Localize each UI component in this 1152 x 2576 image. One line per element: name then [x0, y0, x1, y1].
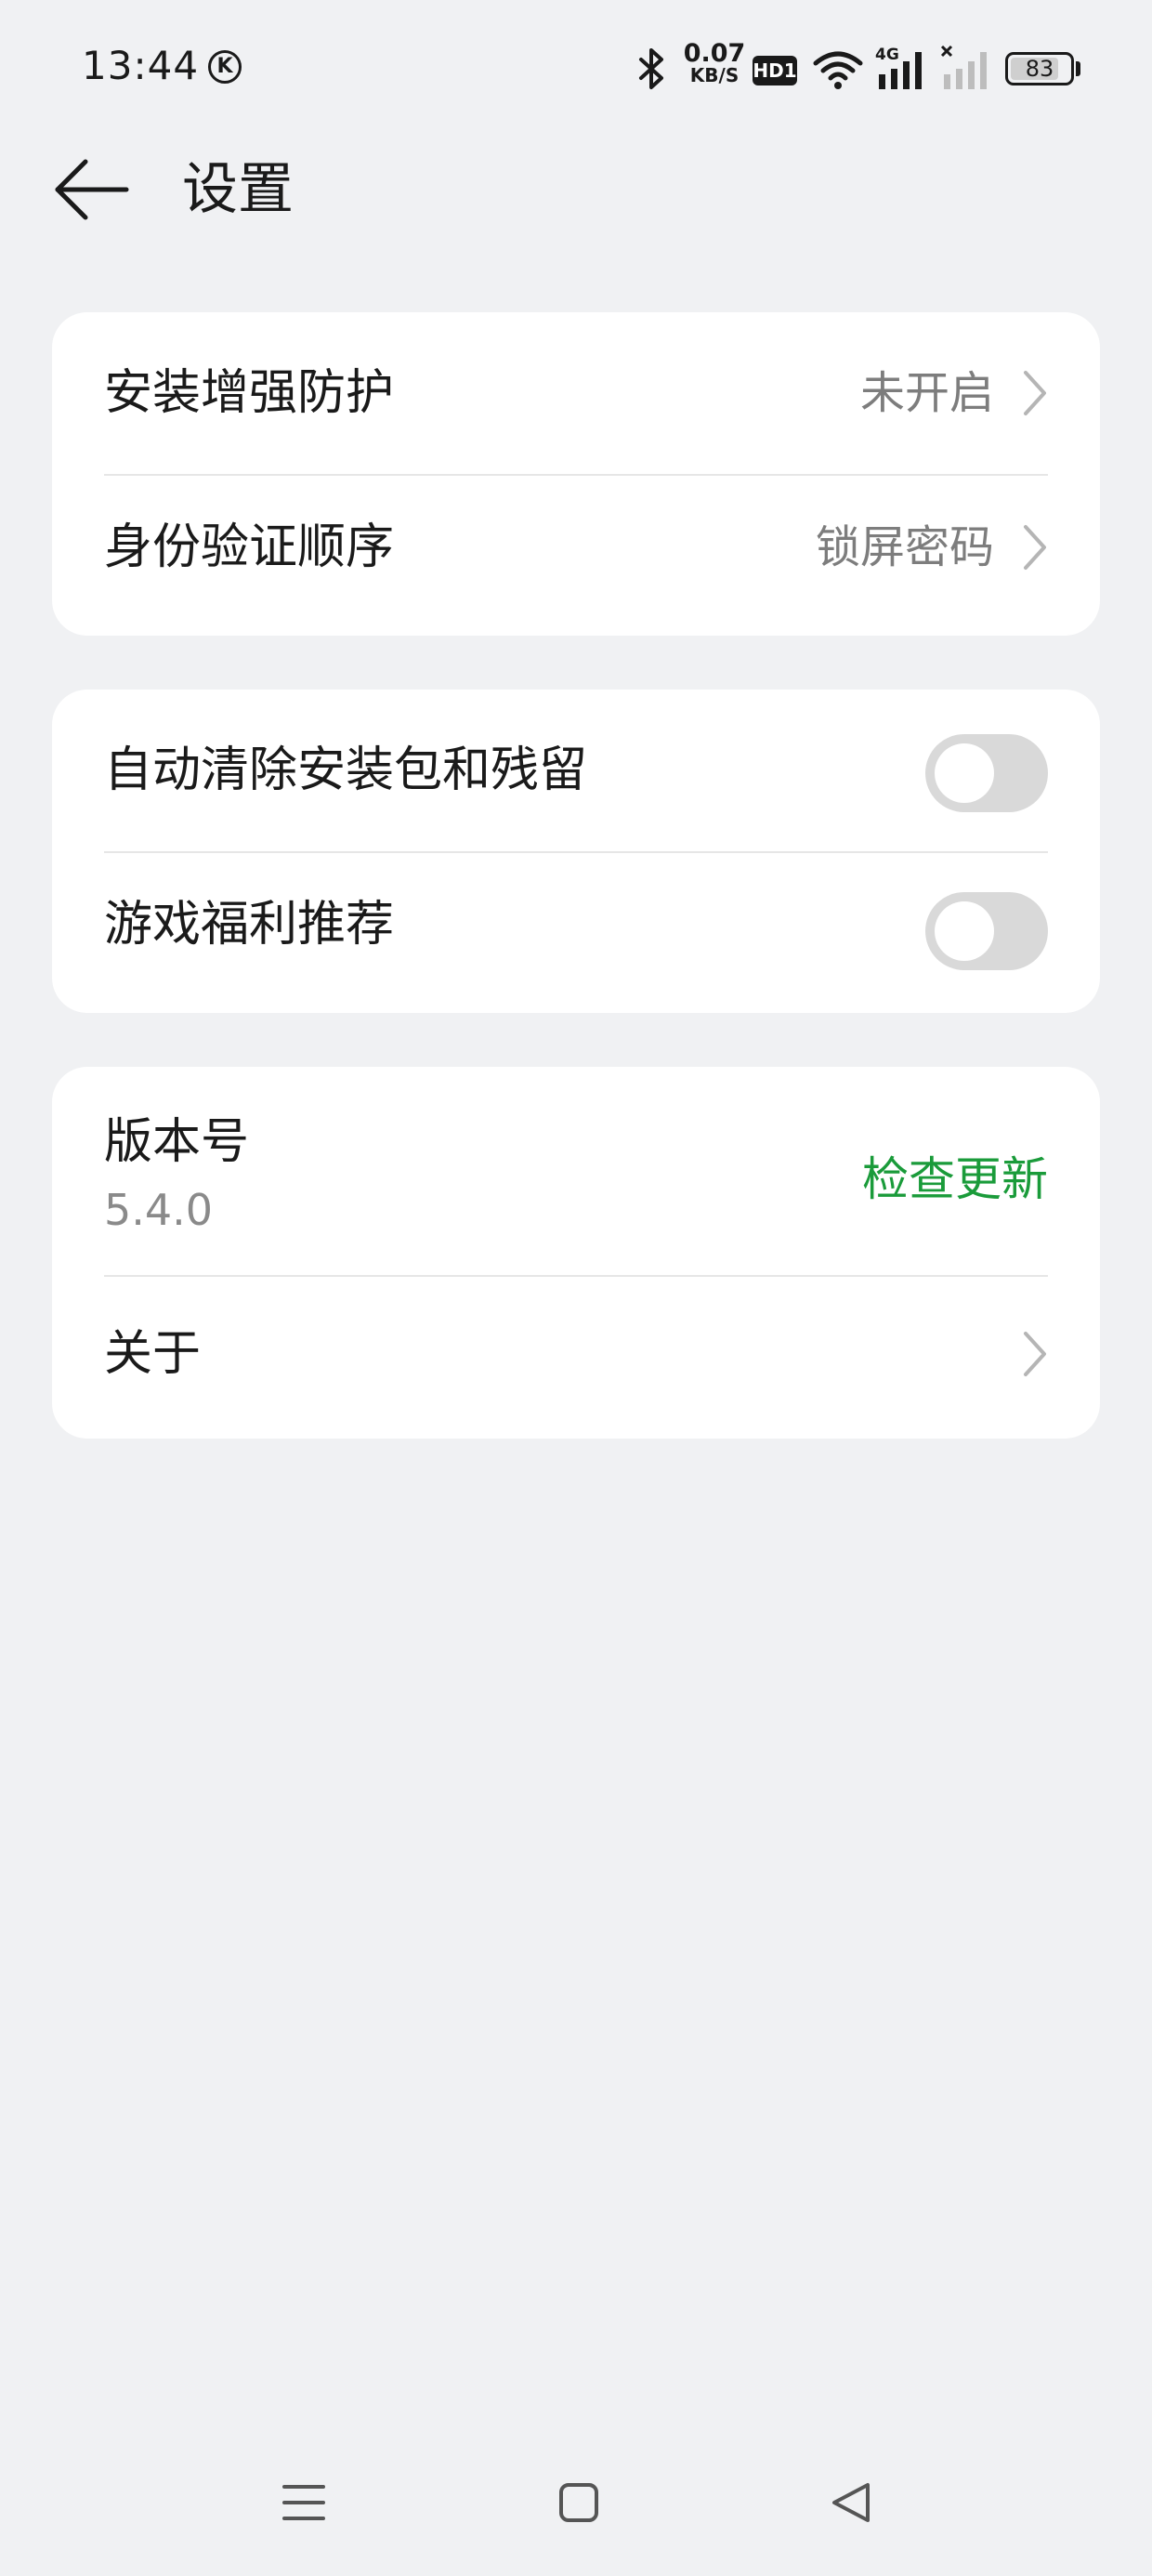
- hd-badge: HD1: [753, 56, 797, 85]
- auth-order-label: 身份验证顺序: [104, 519, 395, 575]
- game-recommend-toggle[interactable]: [925, 892, 1048, 970]
- settings-screen: 13:44 K 0.07 KB/S HD1 4G 83 设置 安装增强防护 未开…: [0, 0, 1152, 2576]
- auto-clean-toggle[interactable]: [925, 734, 1048, 812]
- square-home-icon[interactable]: [557, 2481, 600, 2524]
- auto-clean-row: 自动清除安装包和残留: [52, 690, 1100, 851]
- about-row[interactable]: 关于: [52, 1277, 1100, 1439]
- arrow-left-icon: [55, 159, 129, 220]
- back-button[interactable]: [52, 152, 132, 227]
- toggle-knob: [935, 901, 994, 961]
- version-label: 版本号: [104, 1114, 250, 1170]
- auto-clean-label: 自动清除安装包和残留: [104, 743, 588, 798]
- app-header: 设置: [0, 139, 1152, 242]
- install-protection-value: 未开启: [859, 367, 994, 419]
- security-card: 安装增强防护 未开启 身份验证顺序 锁屏密码: [52, 312, 1100, 636]
- net-speed: 0.07 KB/S: [682, 41, 747, 85]
- about-label: 关于: [104, 1326, 202, 1382]
- chevron-right-icon: [1024, 525, 1046, 570]
- battery-icon: 83: [1005, 52, 1074, 85]
- auth-order-row[interactable]: 身份验证顺序 锁屏密码: [52, 476, 1100, 636]
- version-number: 5.4.0: [104, 1185, 214, 1235]
- toggles-card: 自动清除安装包和残留 游戏福利推荐: [52, 690, 1100, 1013]
- signal-sim2-icon: [940, 45, 987, 89]
- bluetooth-icon: [639, 48, 663, 89]
- system-nav-bar: [0, 2453, 1152, 2565]
- auth-order-value: 锁屏密码: [815, 521, 994, 573]
- menu-icon[interactable]: [282, 2481, 325, 2524]
- wifi-icon: [813, 51, 863, 89]
- net-speed-unit: KB/S: [689, 64, 740, 86]
- game-recommend-label: 游戏福利推荐: [104, 897, 395, 953]
- about-card: 版本号 5.4.0 检查更新 关于: [52, 1067, 1100, 1439]
- battery-level: 83: [1025, 56, 1054, 82]
- check-update-link[interactable]: 检查更新: [862, 1147, 1048, 1212]
- signal-4g-icon: 4G: [875, 46, 922, 89]
- install-protection-label: 安装增强防护: [104, 365, 395, 421]
- chevron-right-icon: [1024, 371, 1046, 415]
- page-title: 设置: [182, 157, 294, 222]
- chevron-right-icon: [1024, 1332, 1046, 1376]
- version-row: 版本号 5.4.0 检查更新: [52, 1067, 1100, 1275]
- toggle-knob: [935, 743, 994, 803]
- status-bar: 13:44 K 0.07 KB/S HD1 4G 83: [0, 0, 1152, 139]
- k-badge-icon: K: [208, 50, 242, 84]
- install-protection-row[interactable]: 安装增强防护 未开启: [52, 312, 1100, 474]
- status-time: 13:44: [82, 43, 200, 88]
- triangle-back-icon[interactable]: [831, 2481, 873, 2524]
- game-recommend-row: 游戏福利推荐: [52, 853, 1100, 1013]
- battery-tip: [1076, 61, 1080, 76]
- signal-4g-label: 4G: [875, 46, 899, 64]
